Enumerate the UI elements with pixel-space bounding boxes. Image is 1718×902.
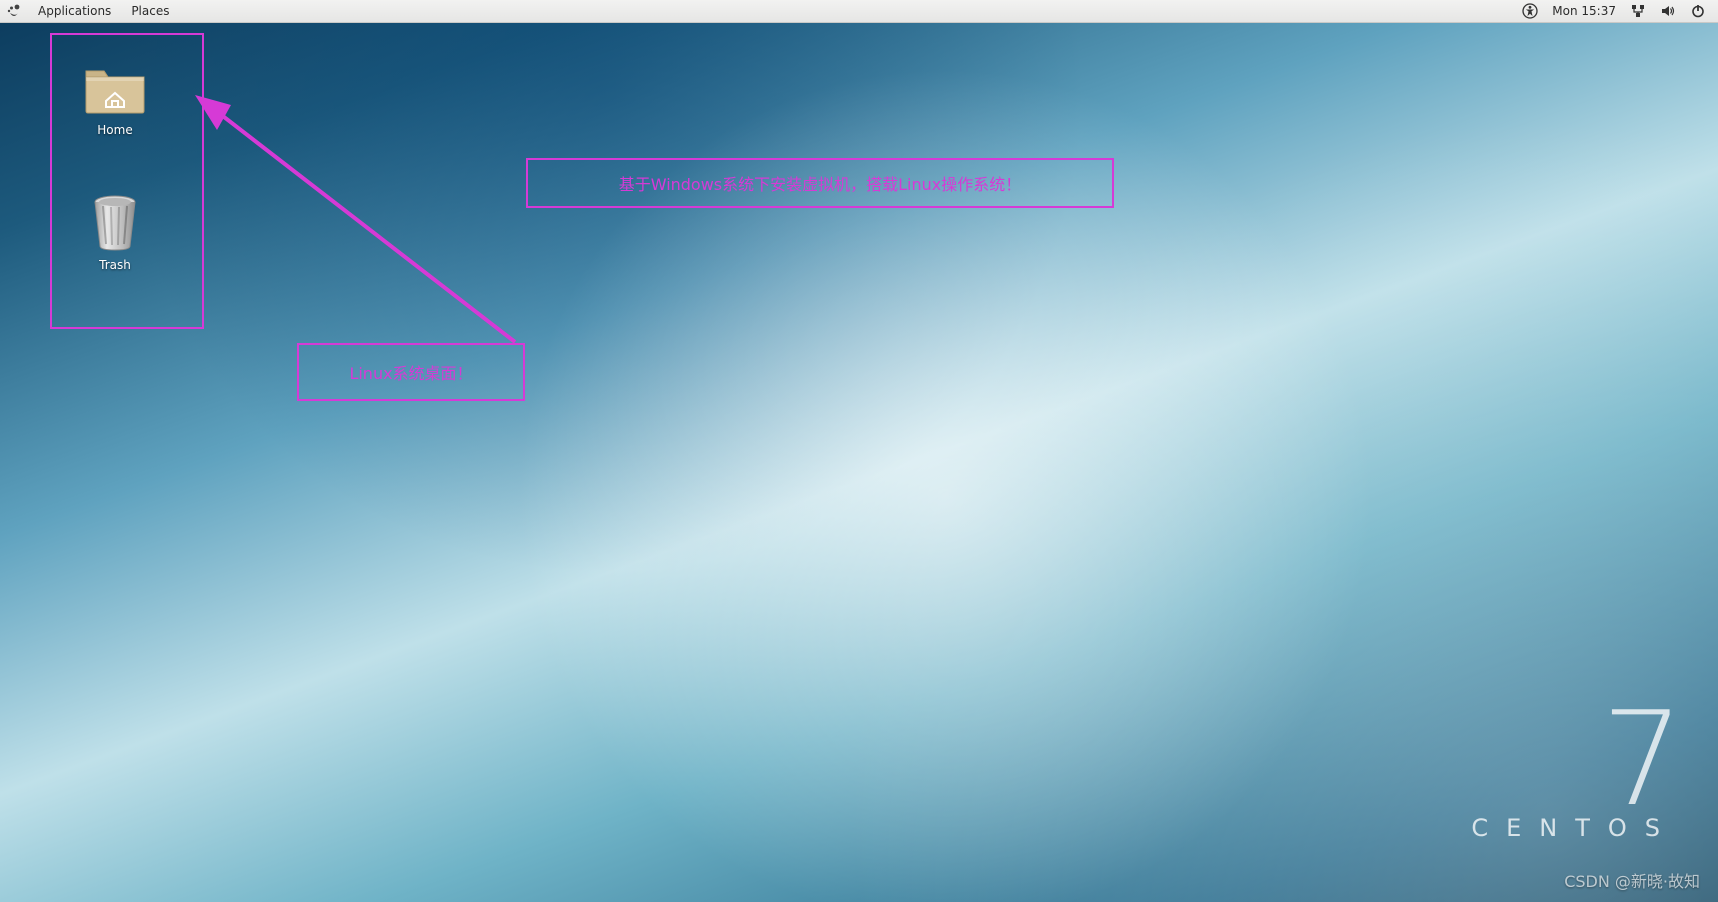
annotation-top-label: 基于Windows系统下安装虚拟机，搭载Linux操作系统！	[619, 171, 1022, 195]
network-icon[interactable]	[1630, 3, 1646, 19]
gnome-logo-icon[interactable]	[6, 3, 22, 19]
menu-places-label: Places	[131, 4, 169, 18]
clock[interactable]: Mon 15:37	[1552, 4, 1616, 18]
top-panel: Applications Places Mon 15:37	[0, 0, 1718, 23]
annotation-arrow	[195, 90, 535, 350]
accessibility-icon[interactable]	[1522, 3, 1538, 19]
centos-version: 7	[1471, 694, 1678, 824]
menu-applications-label: Applications	[38, 4, 111, 18]
menu-places[interactable]: Places	[121, 0, 179, 22]
centos-word: CENTOS	[1471, 814, 1678, 842]
centos-branding: 7 CENTOS	[1471, 694, 1678, 842]
annotation-top-box: 基于Windows系统下安装虚拟机，搭载Linux操作系统！	[526, 158, 1114, 208]
annotation-lower-label: Linux系统桌面！	[349, 360, 472, 384]
annotation-lower-box: Linux系统桌面！	[297, 343, 525, 401]
volume-icon[interactable]	[1660, 3, 1676, 19]
panel-right: Mon 15:37	[1522, 0, 1718, 22]
annotation-selection-box	[50, 33, 204, 329]
power-icon[interactable]	[1690, 3, 1706, 19]
menu-applications[interactable]: Applications	[28, 0, 121, 22]
watermark: CSDN @新晓·故知	[1564, 868, 1700, 892]
panel-left: Applications Places	[0, 0, 179, 22]
desktop[interactable]: Applications Places Mon 15:37	[0, 0, 1718, 902]
